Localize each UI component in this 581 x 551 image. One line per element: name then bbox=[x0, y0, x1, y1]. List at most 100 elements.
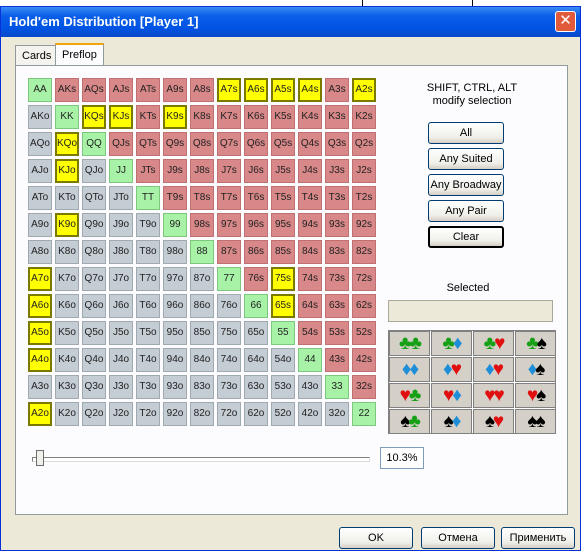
hand-cell-52o[interactable]: 52o bbox=[271, 402, 295, 426]
hand-cell-97s[interactable]: 97s bbox=[217, 213, 241, 237]
tab-cards[interactable]: Cards bbox=[15, 45, 59, 65]
hand-cell-J8s[interactable]: J8s bbox=[190, 159, 214, 183]
hand-cell-Q6o[interactable]: Q6o bbox=[82, 294, 106, 318]
hand-cell-T8s[interactable]: T8s bbox=[190, 186, 214, 210]
hand-cell-AQs[interactable]: AQs bbox=[82, 78, 106, 102]
hand-cell-33[interactable]: 33 bbox=[325, 375, 349, 399]
hand-cell-97o[interactable]: 97o bbox=[163, 267, 187, 291]
suit-combo-spade-diamond[interactable]: ♠♦ bbox=[431, 409, 472, 434]
range-slider[interactable] bbox=[30, 448, 374, 470]
hand-cell-83o[interactable]: 83o bbox=[190, 375, 214, 399]
hand-cell-T3o[interactable]: T3o bbox=[136, 375, 160, 399]
suit-combo-diamond-heart[interactable]: ♦♥ bbox=[473, 357, 514, 382]
suit-combo-heart-heart[interactable]: ♥♥ bbox=[473, 383, 514, 408]
hand-cell-AJs[interactable]: AJs bbox=[109, 78, 133, 102]
hand-cell-T4s[interactable]: T4s bbox=[298, 186, 322, 210]
hand-cell-T5s[interactable]: T5s bbox=[271, 186, 295, 210]
hand-cell-92o[interactable]: 92o bbox=[163, 402, 187, 426]
hand-cell-96o[interactable]: 96o bbox=[163, 294, 187, 318]
hand-cell-76o[interactable]: 76o bbox=[217, 294, 241, 318]
hand-cell-K9s[interactable]: K9s bbox=[163, 105, 187, 129]
hand-cell-Q2s[interactable]: Q2s bbox=[352, 132, 376, 156]
hand-cell-K5s[interactable]: K5s bbox=[271, 105, 295, 129]
hand-cell-64o[interactable]: 64o bbox=[244, 348, 268, 372]
hand-cell-T8o[interactable]: T8o bbox=[136, 240, 160, 264]
hand-cell-K2o[interactable]: K2o bbox=[55, 402, 79, 426]
hand-cell-98o[interactable]: 98o bbox=[163, 240, 187, 264]
hand-cell-T9s[interactable]: T9s bbox=[163, 186, 187, 210]
suit-combo-club-spade[interactable]: ♣♠ bbox=[515, 331, 556, 356]
hand-cell-96s[interactable]: 96s bbox=[244, 213, 268, 237]
hand-cell-K8s[interactable]: K8s bbox=[190, 105, 214, 129]
hand-cell-93s[interactable]: 93s bbox=[325, 213, 349, 237]
hand-cell-J4o[interactable]: J4o bbox=[109, 348, 133, 372]
hand-cell-J2o[interactable]: J2o bbox=[109, 402, 133, 426]
hand-cell-Q6s[interactable]: Q6s bbox=[244, 132, 268, 156]
ok-button[interactable]: OK bbox=[339, 527, 413, 549]
hand-cell-65o[interactable]: 65o bbox=[244, 321, 268, 345]
hand-cell-K4s[interactable]: K4s bbox=[298, 105, 322, 129]
hand-cell-63s[interactable]: 63s bbox=[325, 294, 349, 318]
suit-combo-club-diamond[interactable]: ♣♦ bbox=[431, 331, 472, 356]
hand-cell-83s[interactable]: 83s bbox=[325, 240, 349, 264]
hand-cell-62o[interactable]: 62o bbox=[244, 402, 268, 426]
hand-cell-KQo[interactable]: KQo bbox=[55, 132, 79, 156]
hand-cell-QTs[interactable]: QTs bbox=[136, 132, 160, 156]
hand-cell-K9o[interactable]: K9o bbox=[55, 213, 79, 237]
hand-cell-86s[interactable]: 86s bbox=[244, 240, 268, 264]
hand-cell-86o[interactable]: 86o bbox=[190, 294, 214, 318]
hand-cell-QQ[interactable]: QQ bbox=[82, 132, 106, 156]
hand-cell-64s[interactable]: 64s bbox=[298, 294, 322, 318]
hand-cell-53o[interactable]: 53o bbox=[271, 375, 295, 399]
hand-cell-J2s[interactable]: J2s bbox=[352, 159, 376, 183]
suit-combo-heart-club[interactable]: ♥♣ bbox=[389, 383, 430, 408]
hand-cell-K5o[interactable]: K5o bbox=[55, 321, 79, 345]
hand-cell-A7o[interactable]: A7o bbox=[28, 267, 52, 291]
hand-cell-J6s[interactable]: J6s bbox=[244, 159, 268, 183]
hand-cell-77[interactable]: 77 bbox=[217, 267, 241, 291]
hand-cell-KK[interactable]: KK bbox=[55, 105, 79, 129]
hand-cell-72s[interactable]: 72s bbox=[352, 267, 376, 291]
hand-cell-JTs[interactable]: JTs bbox=[136, 159, 160, 183]
hand-cell-63o[interactable]: 63o bbox=[244, 375, 268, 399]
hand-cell-K6o[interactable]: K6o bbox=[55, 294, 79, 318]
hand-cell-AQo[interactable]: AQo bbox=[28, 132, 52, 156]
hand-cell-94o[interactable]: 94o bbox=[163, 348, 187, 372]
hand-cell-A6o[interactable]: A6o bbox=[28, 294, 52, 318]
hand-cell-T3s[interactable]: T3s bbox=[325, 186, 349, 210]
hand-cell-T6o[interactable]: T6o bbox=[136, 294, 160, 318]
hand-cell-43s[interactable]: 43s bbox=[325, 348, 349, 372]
hand-cell-A5o[interactable]: A5o bbox=[28, 321, 52, 345]
hand-cell-T5o[interactable]: T5o bbox=[136, 321, 160, 345]
hand-cell-Q4o[interactable]: Q4o bbox=[82, 348, 106, 372]
hand-cell-74o[interactable]: 74o bbox=[217, 348, 241, 372]
hand-cell-T6s[interactable]: T6s bbox=[244, 186, 268, 210]
any-suited-button[interactable]: Any Suited bbox=[428, 148, 504, 170]
hand-cell-Q4s[interactable]: Q4s bbox=[298, 132, 322, 156]
hand-cell-A2o[interactable]: A2o bbox=[28, 402, 52, 426]
title-bar[interactable]: Hold'em Distribution [Player 1] ✕ bbox=[1, 7, 580, 37]
hand-cell-A4s[interactable]: A4s bbox=[298, 78, 322, 102]
hand-cell-KTo[interactable]: KTo bbox=[55, 186, 79, 210]
suit-combo-diamond-heart[interactable]: ♦♥ bbox=[431, 357, 472, 382]
hand-cell-73o[interactable]: 73o bbox=[217, 375, 241, 399]
hand-cell-QJo[interactable]: QJo bbox=[82, 159, 106, 183]
hand-cell-84o[interactable]: 84o bbox=[190, 348, 214, 372]
hand-cell-Q8s[interactable]: Q8s bbox=[190, 132, 214, 156]
hand-cell-KQs[interactable]: KQs bbox=[82, 105, 106, 129]
close-icon[interactable]: ✕ bbox=[555, 11, 576, 32]
hand-cell-K7o[interactable]: K7o bbox=[55, 267, 79, 291]
hand-cell-Q5s[interactable]: Q5s bbox=[271, 132, 295, 156]
hand-cell-Q7s[interactable]: Q7s bbox=[217, 132, 241, 156]
hand-cell-J4s[interactable]: J4s bbox=[298, 159, 322, 183]
hand-cell-TT[interactable]: TT bbox=[136, 186, 160, 210]
tab-preflop[interactable]: Preflop bbox=[55, 43, 104, 65]
hand-cell-J5s[interactable]: J5s bbox=[271, 159, 295, 183]
hand-cell-52s[interactable]: 52s bbox=[352, 321, 376, 345]
suit-combo-spade-spade[interactable]: ♠♠ bbox=[515, 409, 556, 434]
hand-cell-T4o[interactable]: T4o bbox=[136, 348, 160, 372]
cancel-button[interactable]: Отмена bbox=[421, 527, 495, 549]
suit-combo-heart-diamond[interactable]: ♥♦ bbox=[431, 383, 472, 408]
hand-cell-A9s[interactable]: A9s bbox=[163, 78, 187, 102]
hand-cell-QTo[interactable]: QTo bbox=[82, 186, 106, 210]
